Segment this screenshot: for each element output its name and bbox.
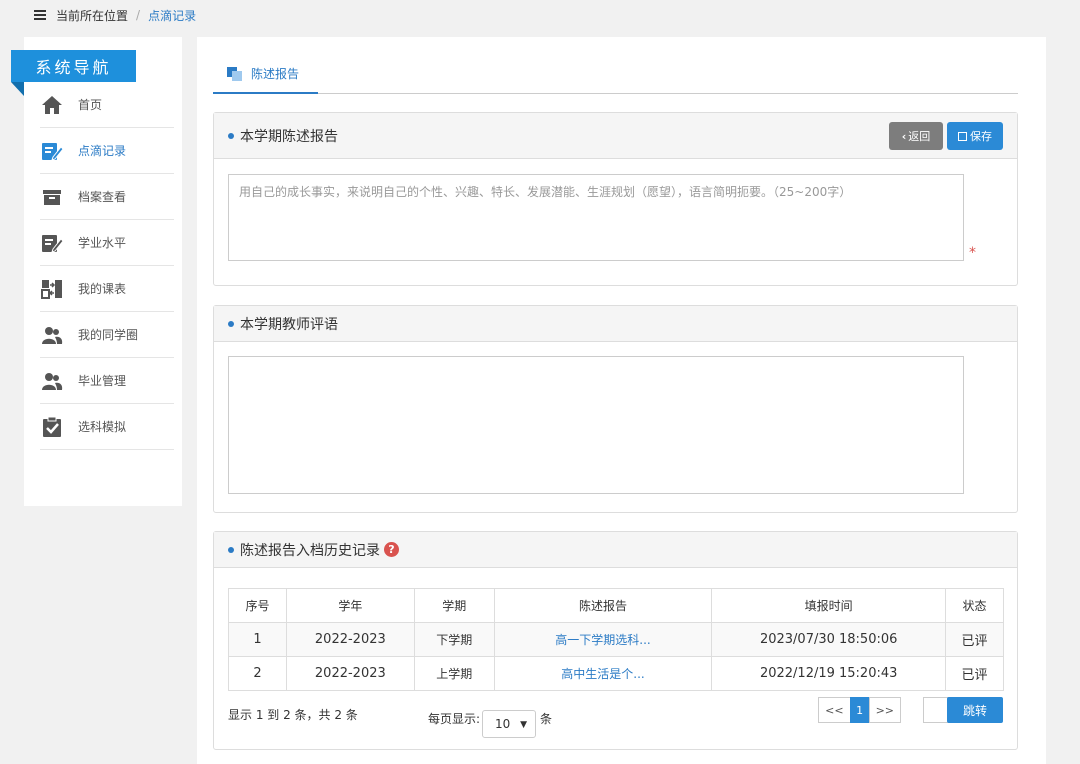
save-button[interactable]: 保存: [947, 122, 1003, 150]
sidebar-item-label: 选科模拟: [78, 420, 127, 434]
cell-no: 1: [228, 622, 287, 657]
breadcrumb-separator: /: [136, 8, 141, 22]
tab-label: 陈述报告: [251, 67, 300, 81]
cell-report-link[interactable]: 高中生活是个...: [493, 656, 713, 691]
edit-icon: [40, 139, 64, 163]
report-panel-header: 本学期陈述报告 ‹ 返回 保存: [214, 113, 1017, 159]
teacher-comment-panel: 本学期教师评语: [213, 305, 1018, 513]
cell-no: 2: [228, 656, 287, 691]
help-icon[interactable]: ?: [384, 542, 399, 557]
col-header: 填报时间: [711, 588, 947, 623]
graduation-users-icon: [40, 369, 64, 393]
back-button-label: 返回: [908, 130, 931, 143]
table-row: 2 2022-2023 上学期 高中生活是个... 2022/12/19 15:…: [228, 656, 1004, 691]
sidebar-item-label: 档案查看: [78, 190, 127, 204]
cell-status: 已评: [945, 656, 1004, 691]
document-edit-icon: [40, 231, 64, 255]
bullet-dot-icon: [228, 546, 234, 553]
chevron-down-icon: ▼: [520, 720, 528, 730]
breadcrumb-current[interactable]: 点滴记录: [148, 7, 196, 24]
schedule-icon: [40, 277, 64, 301]
col-header: 状态: [945, 588, 1004, 623]
sidebar-item-graduation[interactable]: 毕业管理: [40, 358, 174, 404]
sidebar-item-label: 点滴记录: [78, 144, 127, 158]
jump-button[interactable]: 跳转: [947, 697, 1003, 723]
breadcrumb-location-label: 当前所在位置: [56, 8, 129, 23]
sidebar-item-home[interactable]: 首页: [40, 82, 174, 128]
sidebar-item-archive[interactable]: 档案查看: [40, 174, 174, 220]
sidebar-item-label: 我的同学圈: [78, 328, 139, 342]
cell-status: 已评: [945, 622, 1004, 657]
teacher-comment-textarea: [228, 356, 964, 494]
sidebar-item-records[interactable]: 点滴记录: [40, 128, 174, 174]
prev-page-button[interactable]: <<: [818, 697, 851, 723]
sidebar-item-academic[interactable]: 学业水平: [40, 220, 174, 266]
sidebar-item-label: 我的课表: [78, 282, 127, 296]
report-panel: 本学期陈述报告 ‹ 返回 保存 用自己的成长事实，来说明自己的个性、兴趣、特长、…: [213, 112, 1018, 286]
copy-icon: [227, 66, 243, 81]
table-row: 1 2022-2023 下学期 高一下学期选科... 2023/07/30 18…: [228, 622, 1004, 657]
col-header: 陈述报告: [493, 588, 713, 623]
cell-term: 上学期: [413, 656, 495, 691]
cell-time: 2023/07/30 18:50:06: [711, 622, 947, 657]
chevron-left-icon: ‹: [901, 129, 907, 143]
page-size-select[interactable]: 10 ▼: [482, 710, 537, 738]
next-page-button[interactable]: >>: [868, 697, 901, 723]
sidebar-item-label: 学业水平: [78, 236, 127, 250]
cell-year: 2022-2023: [285, 656, 415, 691]
report-textarea[interactable]: 用自己的成长事实，来说明自己的个性、兴趣、特长、发展潜能、生涯规划（愿望），语言…: [228, 174, 964, 261]
history-panel-title: 陈述报告入档历史记录: [240, 542, 380, 559]
pager-info: 显示 1 到 2 条，共 2 条: [228, 708, 358, 722]
tab-bar: 陈述报告: [213, 55, 1018, 94]
bullet-dot-icon: [228, 132, 234, 139]
col-header: 学年: [285, 588, 415, 623]
history-panel: 陈述报告入档历史记录 ? 序号 学年 学期 陈述报告 填报时间 状态 1 202…: [213, 531, 1018, 750]
sidebar-title: 系统导航: [11, 50, 136, 96]
bullet-dot-icon: [228, 320, 234, 327]
cell-term: 下学期: [413, 622, 495, 657]
sidebar-item-label: 首页: [78, 98, 103, 112]
page-size-label: 每页显示:: [428, 711, 481, 726]
page-button-current[interactable]: 1: [849, 697, 870, 723]
table-header-row: 序号 学年 学期 陈述报告 填报时间 状态: [228, 588, 1004, 623]
archive-icon: [40, 185, 64, 209]
teacher-comment-title: 本学期教师评语: [240, 316, 338, 333]
home-icon: [40, 93, 64, 117]
history-panel-header: 陈述报告入档历史记录 ?: [214, 532, 1017, 568]
required-mark: *: [969, 245, 976, 261]
col-header: 序号: [228, 588, 287, 623]
main-content: 陈述报告 本学期陈述报告 ‹ 返回 保存 用自己的成长事实，来说明自己的个性、兴…: [197, 37, 1046, 764]
users-icon: [40, 323, 64, 347]
sidebar-nav: 首页 点滴记录 档案查看 学业水平 我的课表 我的同学圈 毕业管理 选科模拟: [40, 82, 174, 450]
col-header: 学期: [413, 588, 495, 623]
history-table: 序号 学年 学期 陈述报告 填报时间 状态 1 2022-2023 下学期 高一…: [228, 588, 1004, 691]
report-textarea-placeholder: 用自己的成长事实，来说明自己的个性、兴趣、特长、发展潜能、生涯规划（愿望），语言…: [239, 185, 852, 199]
sidebar-item-classmates[interactable]: 我的同学圈: [40, 312, 174, 358]
hamburger-icon[interactable]: [34, 10, 46, 20]
save-button-label: 保存: [970, 130, 992, 143]
sidebar-item-schedule[interactable]: 我的课表: [40, 266, 174, 312]
cell-report-link[interactable]: 高一下学期选科...: [493, 622, 713, 657]
save-icon: [958, 131, 967, 141]
breadcrumb: 当前所在位置 / 点滴记录: [34, 0, 196, 30]
page-size-control: 每页显示: 10 ▼ 条: [428, 704, 553, 738]
cell-year: 2022-2023: [285, 622, 415, 657]
pagination: << 1 >>: [818, 697, 901, 723]
sidebar-item-subject-sim[interactable]: 选科模拟: [40, 404, 174, 450]
sidebar-item-label: 毕业管理: [78, 374, 127, 388]
sidebar: 系统导航 首页 点滴记录 档案查看 学业水平 我的课表 我的同学圈 毕业管理 选…: [11, 37, 182, 506]
page-size-value: 10: [495, 717, 511, 731]
tab-report[interactable]: 陈述报告: [213, 55, 318, 94]
clipboard-check-icon: [40, 415, 64, 439]
cell-time: 2022/12/19 15:20:43: [711, 656, 947, 691]
report-panel-title: 本学期陈述报告: [240, 128, 338, 145]
page-size-unit: 条: [540, 711, 553, 726]
back-button[interactable]: ‹ 返回: [889, 122, 943, 150]
teacher-comment-header: 本学期教师评语: [214, 306, 1017, 342]
